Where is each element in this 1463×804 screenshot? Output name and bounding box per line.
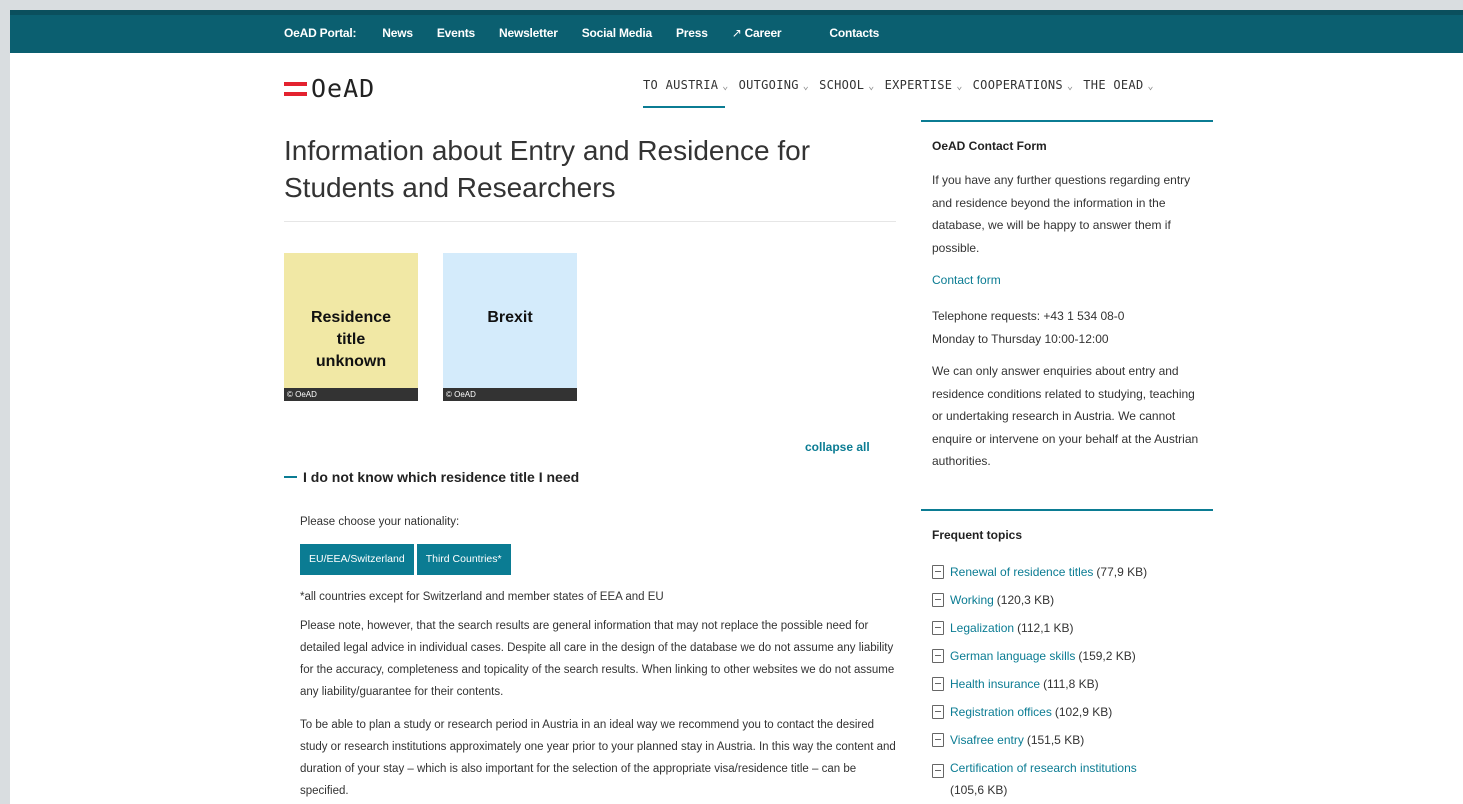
- topic-link[interactable]: Visafree entry: [950, 733, 1024, 747]
- image-credit: © OeAD: [443, 388, 577, 401]
- pdf-file-icon: [932, 621, 944, 635]
- nav-item-expertise[interactable]: EXPERTISE ⌄: [885, 78, 963, 92]
- minus-icon: [284, 476, 297, 478]
- pdf-file-icon: [932, 565, 944, 579]
- list-item: Renewal of residence titles (77,9 KB): [932, 558, 1202, 586]
- sidebar-divider: [921, 120, 1213, 122]
- chevron-down-icon: ⌄: [1147, 81, 1154, 92]
- sidebar-divider: [921, 509, 1213, 511]
- tile-label: Residence title unknown: [310, 309, 392, 370]
- file-size: (111,8 KB): [1043, 677, 1099, 691]
- hours-text: Monday to Thursday 10:00-12:00: [932, 331, 1109, 346]
- topbar-link-press[interactable]: Press: [676, 26, 708, 40]
- planning-text: To be able to plan a study or research p…: [300, 719, 896, 797]
- main-navigation: TO AUSTRIA ⌄ OUTGOING ⌄ SCHOOL ⌄ EXPERTISE ⌄…: [643, 78, 1164, 108]
- list-item: Visafree entry (151,5 KB): [932, 726, 1202, 754]
- topic-link[interactable]: Certification of research institutions: [950, 761, 1137, 775]
- pdf-file-icon: [932, 593, 944, 607]
- oead-logo[interactable]: OeAD: [284, 74, 375, 103]
- topic-link[interactable]: Registration offices: [950, 705, 1052, 719]
- pdf-file-icon: [932, 733, 944, 747]
- portal-label: OeAD Portal:: [284, 26, 357, 40]
- pdf-file-icon: [932, 677, 944, 691]
- disclaimer-text: Please note, however, that the search re…: [300, 620, 895, 698]
- file-size: (112,1 KB): [1017, 621, 1074, 635]
- third-countries-button[interactable]: Third Countries*: [416, 544, 511, 575]
- title-divider: [284, 221, 896, 222]
- tile-label: Brexit: [487, 309, 533, 326]
- page-title: Information about Entry and Residence fo…: [284, 135, 811, 203]
- topbar-link-social-media[interactable]: Social Media: [582, 26, 652, 40]
- topic-link[interactable]: Renewal of residence titles: [950, 565, 1093, 579]
- pdf-file-icon: [932, 764, 944, 778]
- accordion-title: I do not know which residence title I ne…: [303, 469, 580, 485]
- nav-item-to-austria[interactable]: TO AUSTRIA ⌄: [643, 78, 729, 108]
- austria-flag-icon: [284, 81, 307, 96]
- topic-link[interactable]: Health insurance: [950, 677, 1040, 691]
- pdf-file-icon: [932, 705, 944, 719]
- nav-label: COOPERATIONS: [972, 78, 1063, 92]
- contact-form-link[interactable]: Contact form: [932, 273, 1001, 287]
- nav-label: EXPERTISE: [884, 78, 953, 92]
- chevron-down-icon: ⌄: [722, 81, 729, 92]
- tile-brexit[interactable]: Brexit © OeAD: [443, 253, 577, 401]
- page-frame: OeAD Portal: News Events Newsletter Soci…: [10, 10, 1463, 804]
- tile-residence-title-unknown[interactable]: Residence title unknown © OeAD: [284, 253, 418, 401]
- file-size: (105,6 KB): [950, 783, 1008, 797]
- logo-text: OeAD: [311, 74, 376, 103]
- contact-form-heading: OeAD Contact Form: [932, 139, 1047, 153]
- enquiries-text: We can only answer enquiries about entry…: [932, 364, 1199, 468]
- telephone-text: Telephone requests: +43 1 534 08-0: [932, 309, 1125, 323]
- nav-item-outgoing[interactable]: OUTGOING ⌄: [739, 78, 810, 92]
- chevron-down-icon: ⌄: [802, 81, 810, 92]
- accordion-header[interactable]: I do not know which residence title I ne…: [284, 469, 579, 485]
- pdf-file-icon: [932, 649, 944, 663]
- frequent-topics-list: Renewal of residence titles (77,9 KB) Wor…: [932, 558, 1202, 801]
- chevron-down-icon: ⌄: [1066, 81, 1074, 92]
- portal-topbar: OeAD Portal: News Events Newsletter Soci…: [10, 10, 1463, 53]
- topic-link[interactable]: Working: [950, 593, 994, 607]
- file-size: (77,9 KB): [1096, 565, 1148, 579]
- portal-nav: OeAD Portal: News Events Newsletter Soci…: [284, 26, 903, 40]
- list-item: German language skills (159,2 KB): [932, 642, 1202, 670]
- telephone-info: Telephone requests: +43 1 534 08-0 Monda…: [932, 305, 1207, 350]
- topbar-link-news[interactable]: News: [382, 26, 413, 40]
- list-item: Registration offices (102,9 KB): [932, 698, 1202, 726]
- nav-label: THE OEAD: [1083, 78, 1144, 92]
- list-item: Health insurance (111,8 KB): [932, 670, 1202, 698]
- topic-link[interactable]: German language skills: [950, 649, 1075, 663]
- file-size: (120,3 KB): [996, 593, 1055, 607]
- contact-form-text: If you have any further questions regard…: [932, 173, 1191, 255]
- topbar-link-newsletter[interactable]: Newsletter: [499, 26, 558, 40]
- chevron-down-icon: ⌄: [868, 81, 875, 92]
- topbar-link-events[interactable]: Events: [437, 26, 475, 40]
- list-item: Working (120,3 KB): [932, 586, 1202, 614]
- nav-item-school[interactable]: SCHOOL ⌄: [819, 78, 874, 92]
- topbar-link-contacts[interactable]: Contacts: [829, 26, 879, 40]
- footnote-text: *all countries except for Switzerland an…: [300, 591, 664, 603]
- nav-item-the-oead[interactable]: THE OEAD ⌄: [1083, 78, 1154, 92]
- nav-item-cooperations[interactable]: COOPERATIONS ⌄: [973, 78, 1074, 92]
- collapse-all-link[interactable]: collapse all: [805, 440, 870, 454]
- nav-label: SCHOOL: [819, 78, 865, 92]
- topic-link[interactable]: Legalization: [950, 621, 1014, 635]
- topbar-career-label: Career: [744, 26, 782, 40]
- list-item: Legalization (112,1 KB): [932, 614, 1202, 642]
- nav-label: TO AUSTRIA: [643, 78, 719, 92]
- file-size: (102,9 KB): [1054, 705, 1113, 719]
- nationality-buttons: EU/EEA/Switzerland Third Countries*: [300, 544, 511, 575]
- frequent-topics-heading: Frequent topics: [932, 528, 1023, 542]
- nationality-prompt: Please choose your nationality:: [300, 516, 460, 528]
- file-size: (151,5 KB): [1026, 733, 1085, 747]
- eu-eea-switzerland-button[interactable]: EU/EEA/Switzerland: [300, 544, 414, 575]
- topbar-link-career[interactable]: ↗ Career: [732, 26, 806, 40]
- list-item: Certification of research institutions (1…: [932, 754, 1202, 801]
- external-link-icon: ↗: [731, 26, 742, 40]
- chevron-down-icon: ⌄: [956, 81, 963, 92]
- nav-label: OUTGOING: [738, 78, 799, 92]
- file-size: (159,2 KB): [1078, 649, 1136, 663]
- image-credit: © OeAD: [284, 388, 418, 401]
